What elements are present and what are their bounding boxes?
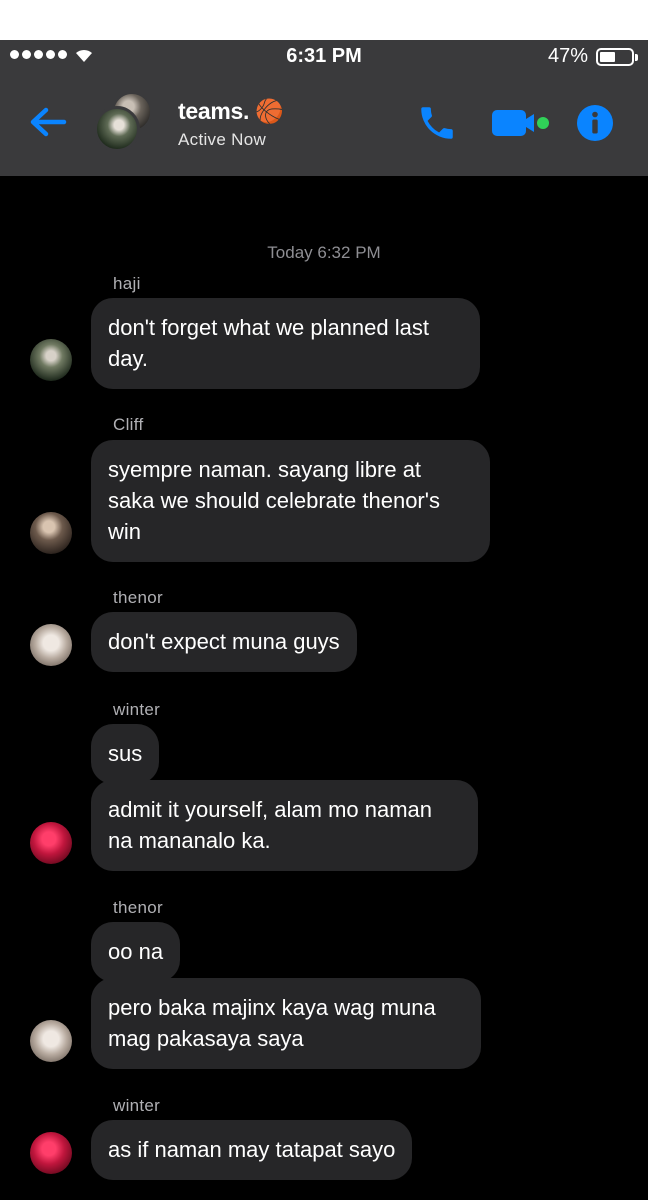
message-bubble[interactable]: syempre naman. sayang libre at saka we s…	[91, 440, 490, 562]
sender-name: winter	[113, 700, 161, 719]
sender-name: winter	[113, 1096, 161, 1115]
battery-icon	[596, 48, 638, 66]
message-bubble[interactable]: don't forget what we planned last day.	[91, 298, 480, 389]
avatar[interactable]	[30, 1020, 72, 1062]
avatar[interactable]	[30, 822, 72, 864]
info-icon[interactable]	[576, 104, 614, 142]
conversation-timestamp: Today 6:32 PM	[267, 243, 381, 262]
message-bubble[interactable]: sus	[91, 724, 160, 784]
group-avatar-member-2	[94, 106, 140, 152]
avatar[interactable]	[30, 339, 72, 381]
message-bubble[interactable]: don't expect muna guys	[91, 612, 357, 672]
sender-name: Cliff	[113, 415, 144, 434]
avatar[interactable]	[30, 1132, 72, 1174]
sender-name: thenor	[113, 898, 164, 917]
message-bubble[interactable]: pero baka majinx kaya wag muna mag pakas…	[91, 978, 481, 1069]
status-bar: 6:31 PM 47%	[0, 40, 648, 72]
message-bubble[interactable]: oo na	[91, 922, 181, 982]
sender-name: haji	[113, 274, 141, 293]
battery-percent: 47%	[547, 45, 588, 67]
chat-header: teams. 🏀 Active Now	[0, 72, 648, 176]
sender-name: thenor	[113, 588, 164, 607]
phone-icon[interactable]	[416, 102, 458, 144]
avatar[interactable]	[30, 624, 72, 666]
group-avatar[interactable]	[94, 92, 156, 154]
avatar[interactable]	[30, 512, 72, 554]
back-arrow-icon[interactable]	[28, 106, 68, 138]
message-bubble[interactable]: as if naman may tatapat sayo	[91, 1120, 413, 1180]
message-bubble[interactable]: admit it yourself, alam mo naman na mana…	[91, 780, 478, 871]
video-camera-icon[interactable]	[492, 108, 552, 138]
top-strip	[0, 0, 648, 40]
chat-title[interactable]: teams. 🏀	[178, 98, 284, 125]
active-status: Active Now	[178, 130, 267, 149]
